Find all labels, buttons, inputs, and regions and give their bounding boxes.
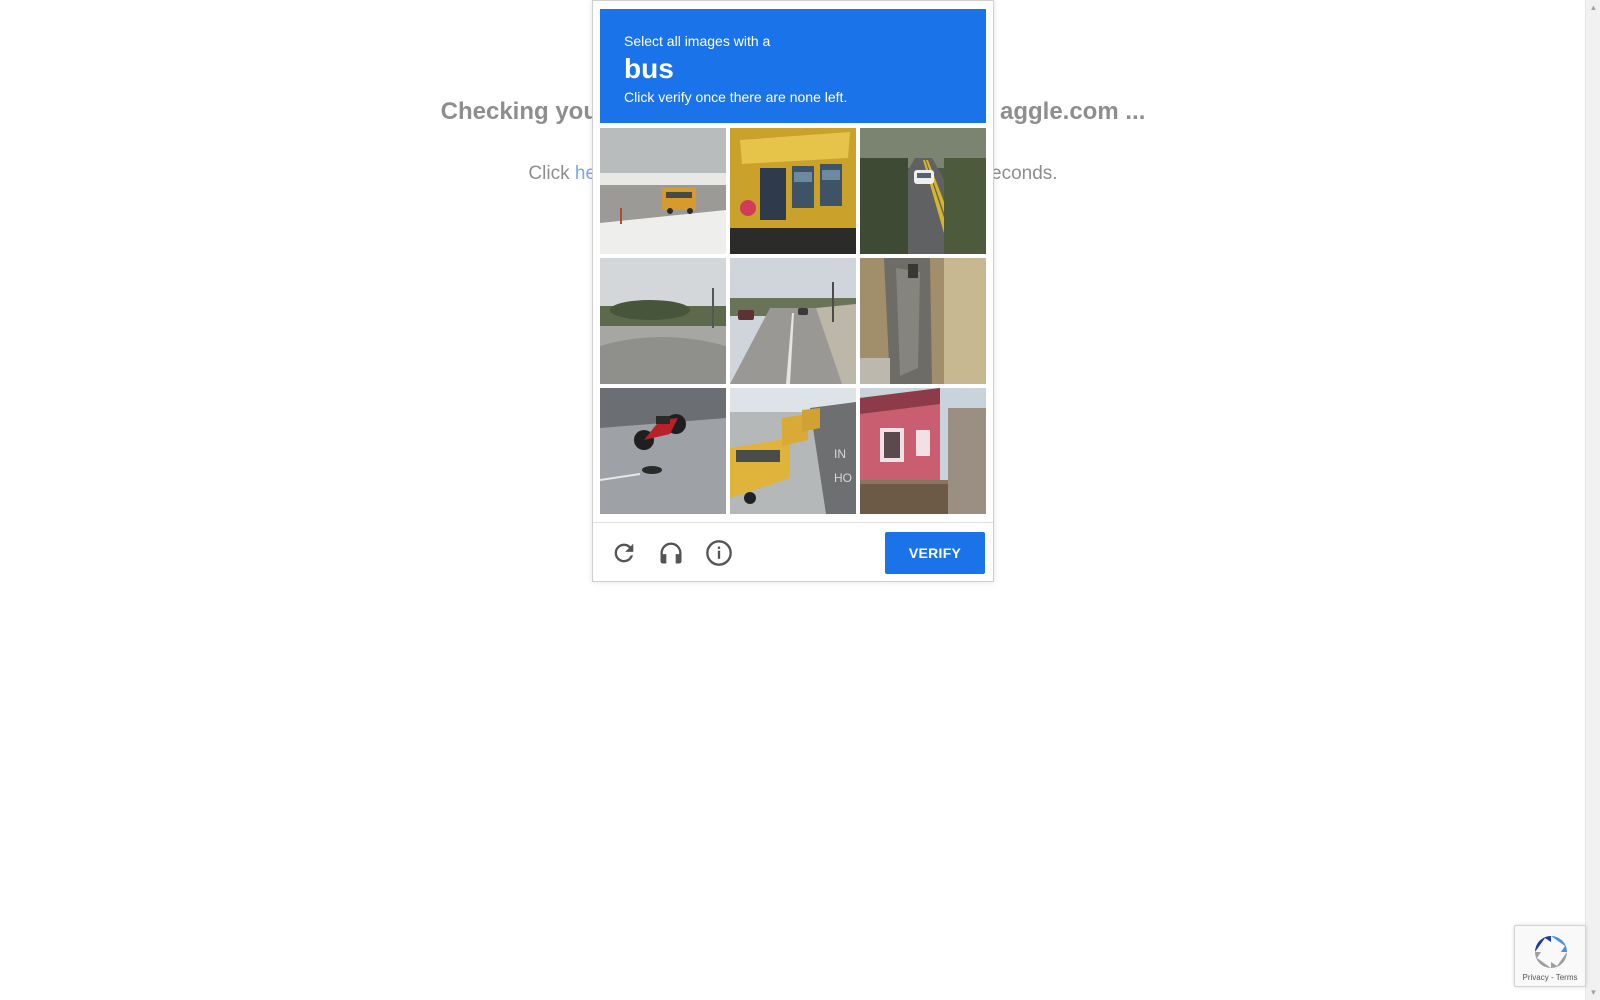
image-tile-2[interactable] (730, 128, 856, 254)
scroll-down-arrow-icon[interactable]: ▼ (1586, 985, 1600, 1000)
page-subtext-suffix: econds. (991, 163, 1058, 184)
recaptcha-logo-icon (1535, 936, 1567, 968)
image-tile-3[interactable] (860, 128, 986, 254)
captcha-challenge: Select all images with a bus Click verif… (592, 0, 994, 582)
challenge-footer: VERIFY (593, 522, 993, 582)
recaptcha-badge[interactable]: Privacy - Terms (1514, 925, 1586, 987)
image-tile-4[interactable] (600, 258, 726, 384)
headphones-icon[interactable] (656, 538, 686, 568)
tile-5-image (730, 258, 856, 384)
image-tile-7[interactable] (600, 388, 726, 514)
tile-9-image (860, 388, 986, 514)
challenge-header: Select all images with a bus Click verif… (600, 9, 986, 123)
tile-7-image (600, 388, 726, 514)
tile-6-image (860, 258, 986, 384)
image-tile-8[interactable]: IN HO (730, 388, 856, 514)
image-tile-9[interactable] (860, 388, 986, 514)
reload-icon[interactable] (609, 538, 639, 568)
svg-text:HO: HO (834, 471, 852, 485)
image-tile-1[interactable] (600, 128, 726, 254)
tile-8-image: IN HO (730, 388, 856, 514)
image-grid: IN HO (600, 128, 986, 514)
challenge-hint: Click verify once there are none left. (624, 89, 848, 105)
challenge-target-object: bus (624, 53, 674, 84)
page-subtext-prefix: Click (528, 163, 575, 184)
page-heading-left: Checking you (440, 98, 598, 125)
page-heading-right: aggle.com ... (999, 98, 1146, 125)
verify-button[interactable]: VERIFY (885, 532, 985, 574)
info-icon[interactable] (704, 538, 734, 568)
tile-1-image (600, 128, 726, 254)
badge-privacy-terms[interactable]: Privacy - Terms (1515, 973, 1585, 982)
tile-4-image (600, 258, 726, 384)
scroll-up-arrow-icon[interactable]: ▲ (1586, 0, 1600, 15)
vertical-scrollbar[interactable]: ▲ ▼ (1585, 0, 1600, 1000)
image-tile-6[interactable] (860, 258, 986, 384)
tile-3-image (860, 128, 986, 254)
challenge-instruction: Select all images with a (624, 33, 771, 49)
image-tile-5[interactable] (730, 258, 856, 384)
tile-2-image (730, 128, 856, 254)
svg-text:IN: IN (834, 447, 846, 461)
